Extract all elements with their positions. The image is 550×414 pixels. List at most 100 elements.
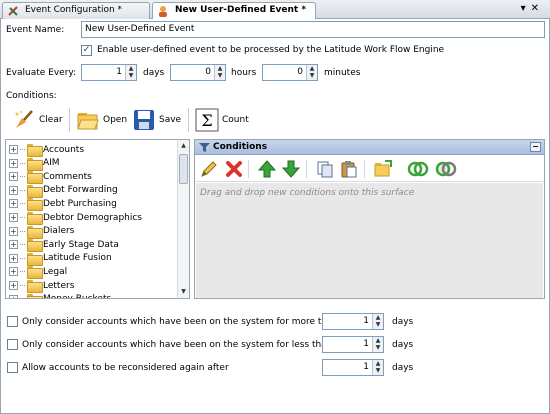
collapse-panel-button[interactable]: − [530, 142, 541, 152]
expand-icon[interactable]: + [9, 281, 18, 290]
and-group-icon[interactable] [407, 160, 429, 178]
tree-connector [20, 271, 25, 273]
move-down-icon[interactable] [282, 160, 300, 178]
evaluate-days-spinner[interactable]: 1 ▲ ▼ [81, 64, 137, 81]
tree-item[interactable]: + Accounts [9, 143, 84, 157]
expand-icon[interactable]: + [9, 240, 18, 250]
add-folder-icon[interactable] [374, 160, 392, 178]
expand-icon[interactable]: + [9, 145, 18, 154]
toolbar-separator [69, 108, 70, 132]
expand-icon[interactable]: + [9, 199, 18, 209]
spin-down-icon[interactable]: ▼ [126, 72, 136, 79]
option-checkbox[interactable] [7, 316, 18, 327]
expand-icon[interactable]: + [9, 213, 18, 222]
close-icon[interactable]: ✕ [531, 3, 544, 14]
clear-label: Clear [39, 115, 63, 125]
spinner-buttons[interactable]: ▲ ▼ [372, 337, 383, 352]
tab-event-configuration[interactable]: Event Configuration * [2, 2, 150, 19]
tree-item-label: Debtor Demographics [43, 212, 142, 223]
tree-item-label: Comments [43, 171, 92, 182]
tree-item[interactable]: + Money Buckets [9, 293, 111, 298]
copy-icon[interactable] [316, 160, 334, 178]
spin-up-icon[interactable]: ▲ [215, 65, 225, 72]
toolbar-separator [188, 108, 189, 132]
toolbar-separator [364, 160, 365, 178]
event-config-icon [8, 6, 18, 16]
condition-category-tree[interactable]: + Accounts + AIM + Comments + Debt Forwarding + D… [5, 139, 190, 299]
hours-unit-label: hours [231, 68, 257, 78]
event-name-input[interactable]: New User-Defined Event [81, 21, 545, 38]
expand-icon[interactable]: + [9, 172, 18, 182]
folder-icon [27, 293, 43, 298]
paste-icon[interactable] [340, 160, 358, 178]
count-button[interactable]: Σ Count [195, 107, 249, 133]
scroll-down-icon[interactable]: ▼ [178, 286, 189, 298]
scroll-thumb[interactable] [179, 154, 188, 184]
clear-button[interactable]: Clear [12, 107, 63, 133]
scroll-up-icon[interactable]: ▲ [178, 140, 189, 152]
spinner-buttons[interactable]: ▲ ▼ [372, 360, 383, 375]
expand-icon[interactable]: + [9, 267, 18, 277]
user-event-icon [159, 6, 167, 17]
edit-condition-icon[interactable] [200, 160, 218, 178]
tree-item[interactable]: + Early Stage Data [9, 238, 119, 253]
tree-item-label: Debt Purchasing [43, 198, 117, 209]
or-group-icon[interactable] [435, 160, 457, 178]
folder-icon [27, 144, 43, 157]
spin-up-icon[interactable]: ▲ [126, 65, 136, 72]
tree-item[interactable]: + Latitude Fusion [9, 252, 112, 266]
conditions-label: Conditions: [6, 91, 57, 101]
spin-up-icon[interactable]: ▲ [307, 65, 317, 72]
tree-item[interactable]: + Debtor Demographics [9, 211, 142, 225]
expand-icon[interactable]: + [9, 158, 18, 168]
open-folder-icon [77, 113, 99, 130]
option-checkbox[interactable] [7, 339, 18, 350]
spin-down-icon[interactable]: ▼ [373, 367, 383, 374]
expand-icon[interactable]: + [9, 185, 18, 195]
tab-new-user-defined-event[interactable]: New User-Defined Event * [152, 2, 316, 20]
spin-up-icon[interactable]: ▲ [373, 314, 383, 321]
spin-down-icon[interactable]: ▼ [307, 72, 317, 79]
open-button[interactable]: Open [76, 107, 127, 133]
enable-event-checkbox[interactable]: ✓ [81, 45, 92, 56]
option-reconsider-spinner[interactable]: 1 ▲ ▼ [322, 359, 384, 376]
tab-dropdown-icon[interactable]: ▾ [521, 3, 531, 14]
move-up-icon[interactable] [258, 160, 276, 178]
tab-label: New User-Defined Event * [175, 5, 307, 15]
tree-item[interactable]: + Dialers [9, 225, 75, 239]
tree-item[interactable]: + AIM [9, 157, 60, 171]
spin-up-icon[interactable]: ▲ [373, 360, 383, 367]
spinner-buttons[interactable]: ▲ ▼ [214, 65, 225, 80]
option-checkbox[interactable] [7, 362, 18, 373]
tree-item[interactable]: + Debt Forwarding [9, 184, 118, 198]
spinner-buttons[interactable]: ▲ ▼ [372, 314, 383, 329]
spinner-buttons[interactable]: ▲ ▼ [306, 65, 317, 80]
toolbar-separator [248, 160, 249, 178]
tree-item-label: Dialers [43, 226, 75, 237]
delete-icon[interactable] [225, 160, 243, 178]
folder-icon [27, 184, 43, 198]
expand-icon[interactable]: + [9, 226, 18, 236]
spin-down-icon[interactable]: ▼ [215, 72, 225, 79]
evaluate-minutes-spinner[interactable]: 0 ▲ ▼ [262, 64, 318, 81]
tree-item[interactable]: + Legal [9, 265, 67, 280]
spin-down-icon[interactable]: ▼ [373, 321, 383, 328]
conditions-drop-surface[interactable]: Drag and drop new conditions onto this s… [196, 183, 543, 298]
spinner-value: 0 [205, 67, 211, 77]
spin-down-icon[interactable]: ▼ [373, 344, 383, 351]
spinner-buttons[interactable]: ▲ ▼ [125, 65, 136, 80]
option-less-than-spinner[interactable]: 1 ▲ ▼ [322, 336, 384, 353]
tree-item[interactable]: + Debt Purchasing [9, 197, 117, 212]
save-button[interactable]: Save [132, 107, 181, 133]
option-label-more-than: Only consider accounts which have been o… [22, 317, 339, 327]
option-more-than-spinner[interactable]: 1 ▲ ▼ [322, 313, 384, 330]
expand-icon[interactable]: + [9, 253, 18, 263]
tree-item-label: Early Stage Data [43, 239, 119, 250]
tree-item[interactable]: + Letters [9, 279, 74, 293]
expand-icon[interactable]: + [9, 294, 18, 298]
spin-up-icon[interactable]: ▲ [373, 337, 383, 344]
evaluate-hours-spinner[interactable]: 0 ▲ ▼ [170, 64, 226, 81]
tree-scrollbar[interactable]: ▲ ▼ [177, 140, 189, 298]
tree-item-label: Money Buckets [43, 294, 111, 298]
tree-item[interactable]: + Comments [9, 170, 92, 185]
